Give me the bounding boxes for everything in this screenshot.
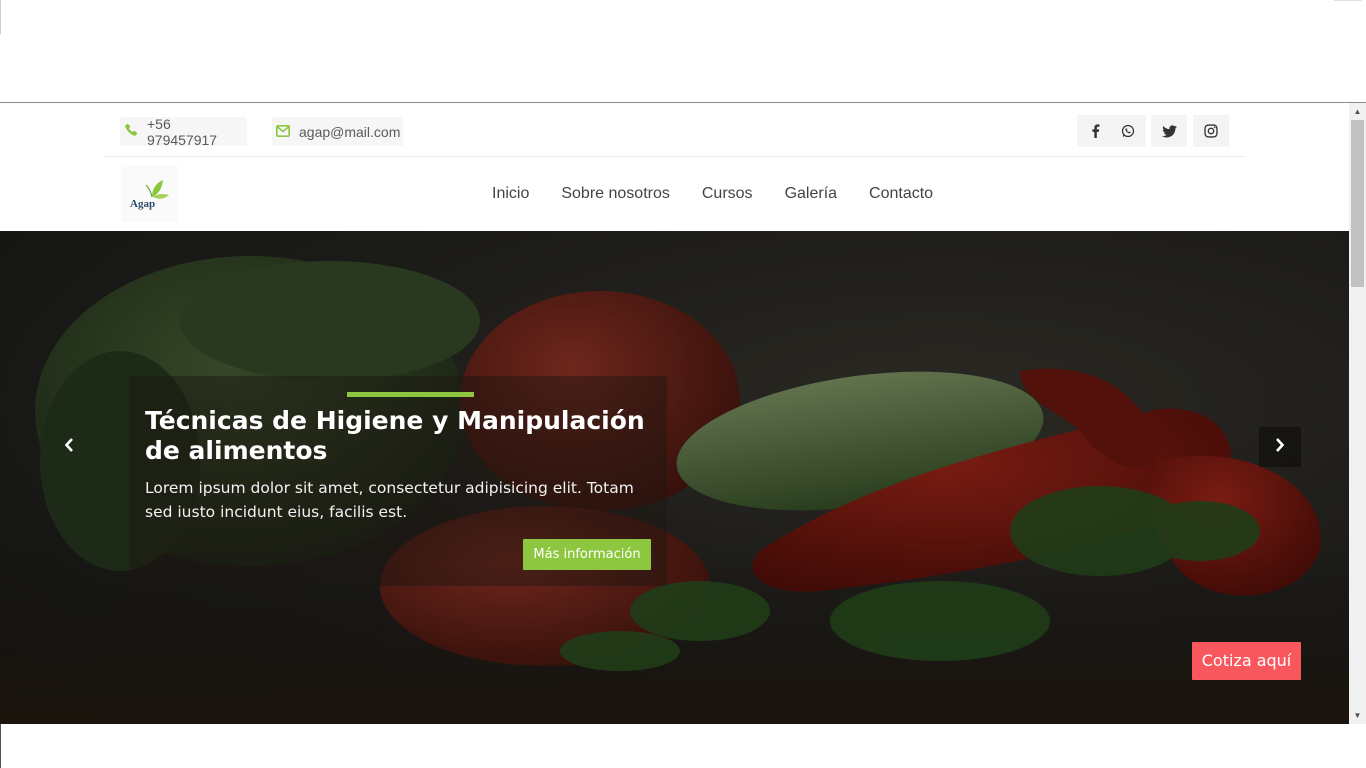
scrollbar-thumb[interactable] [1351, 120, 1364, 287]
whatsapp-icon [1121, 124, 1135, 138]
page-top-blank [0, 0, 1366, 102]
slide-description: Lorem ipsum dolor sit amet, consectetur … [145, 479, 634, 521]
top-bar: +56 979457917 agap@mail.com [104, 103, 1245, 157]
nav-menu: Inicio Sobre nosotros Cursos Galería Con… [492, 157, 933, 231]
hero-carousel: Técnicas de Higiene y Manipulación de al… [0, 231, 1349, 724]
twitter-link[interactable] [1151, 115, 1187, 147]
instagram-link[interactable] [1193, 115, 1229, 147]
phone-icon [124, 123, 147, 140]
nav-item-contacto[interactable]: Contacto [869, 185, 933, 203]
twitter-icon [1161, 124, 1177, 138]
instagram-icon [1204, 124, 1218, 138]
phone-contact[interactable]: +56 979457917 [120, 115, 247, 148]
corner-mark [1334, 0, 1362, 4]
vertical-scrollbar[interactable]: ▲ ▼ [1349, 103, 1366, 724]
logo-text: Agap [130, 198, 156, 210]
website-frame: +56 979457917 agap@mail.com Agap Inicio … [0, 103, 1349, 724]
scroll-down-icon[interactable]: ▼ [1349, 707, 1366, 724]
phone-number: +56 979457917 [147, 115, 218, 148]
email-contact[interactable]: agap@mail.com [272, 117, 403, 146]
nav-item-inicio[interactable]: Inicio [492, 185, 529, 203]
envelope-icon [276, 124, 299, 140]
carousel-prev-button[interactable] [48, 427, 90, 467]
caption-accent-bar [347, 392, 474, 397]
nav-item-galeria[interactable]: Galería [785, 185, 837, 203]
carousel-next-button[interactable] [1259, 427, 1301, 467]
facebook-icon [1091, 124, 1100, 138]
leaf-icon [145, 180, 169, 199]
nav-item-cursos[interactable]: Cursos [702, 185, 753, 203]
chevron-right-icon [1275, 437, 1285, 458]
email-address: agap@mail.com [299, 123, 401, 140]
brand-logo[interactable]: Agap [121, 165, 178, 222]
quote-button[interactable]: Cotiza aquí [1192, 642, 1301, 680]
slide-title: Técnicas de Higiene y Manipulación de al… [145, 406, 645, 465]
main-navbar: Agap Inicio Sobre nosotros Cursos Galerí… [0, 157, 1349, 231]
edge-line [0, 724, 1, 768]
page-bottom-blank [0, 724, 1366, 768]
edge-mark [0, 0, 1, 34]
scroll-up-icon[interactable]: ▲ [1349, 103, 1366, 120]
nav-item-sobre-nosotros[interactable]: Sobre nosotros [561, 185, 670, 203]
more-info-button[interactable]: Más información [523, 539, 651, 570]
whatsapp-link[interactable] [1110, 115, 1146, 147]
chevron-left-icon [64, 437, 74, 458]
facebook-link[interactable] [1077, 115, 1113, 147]
